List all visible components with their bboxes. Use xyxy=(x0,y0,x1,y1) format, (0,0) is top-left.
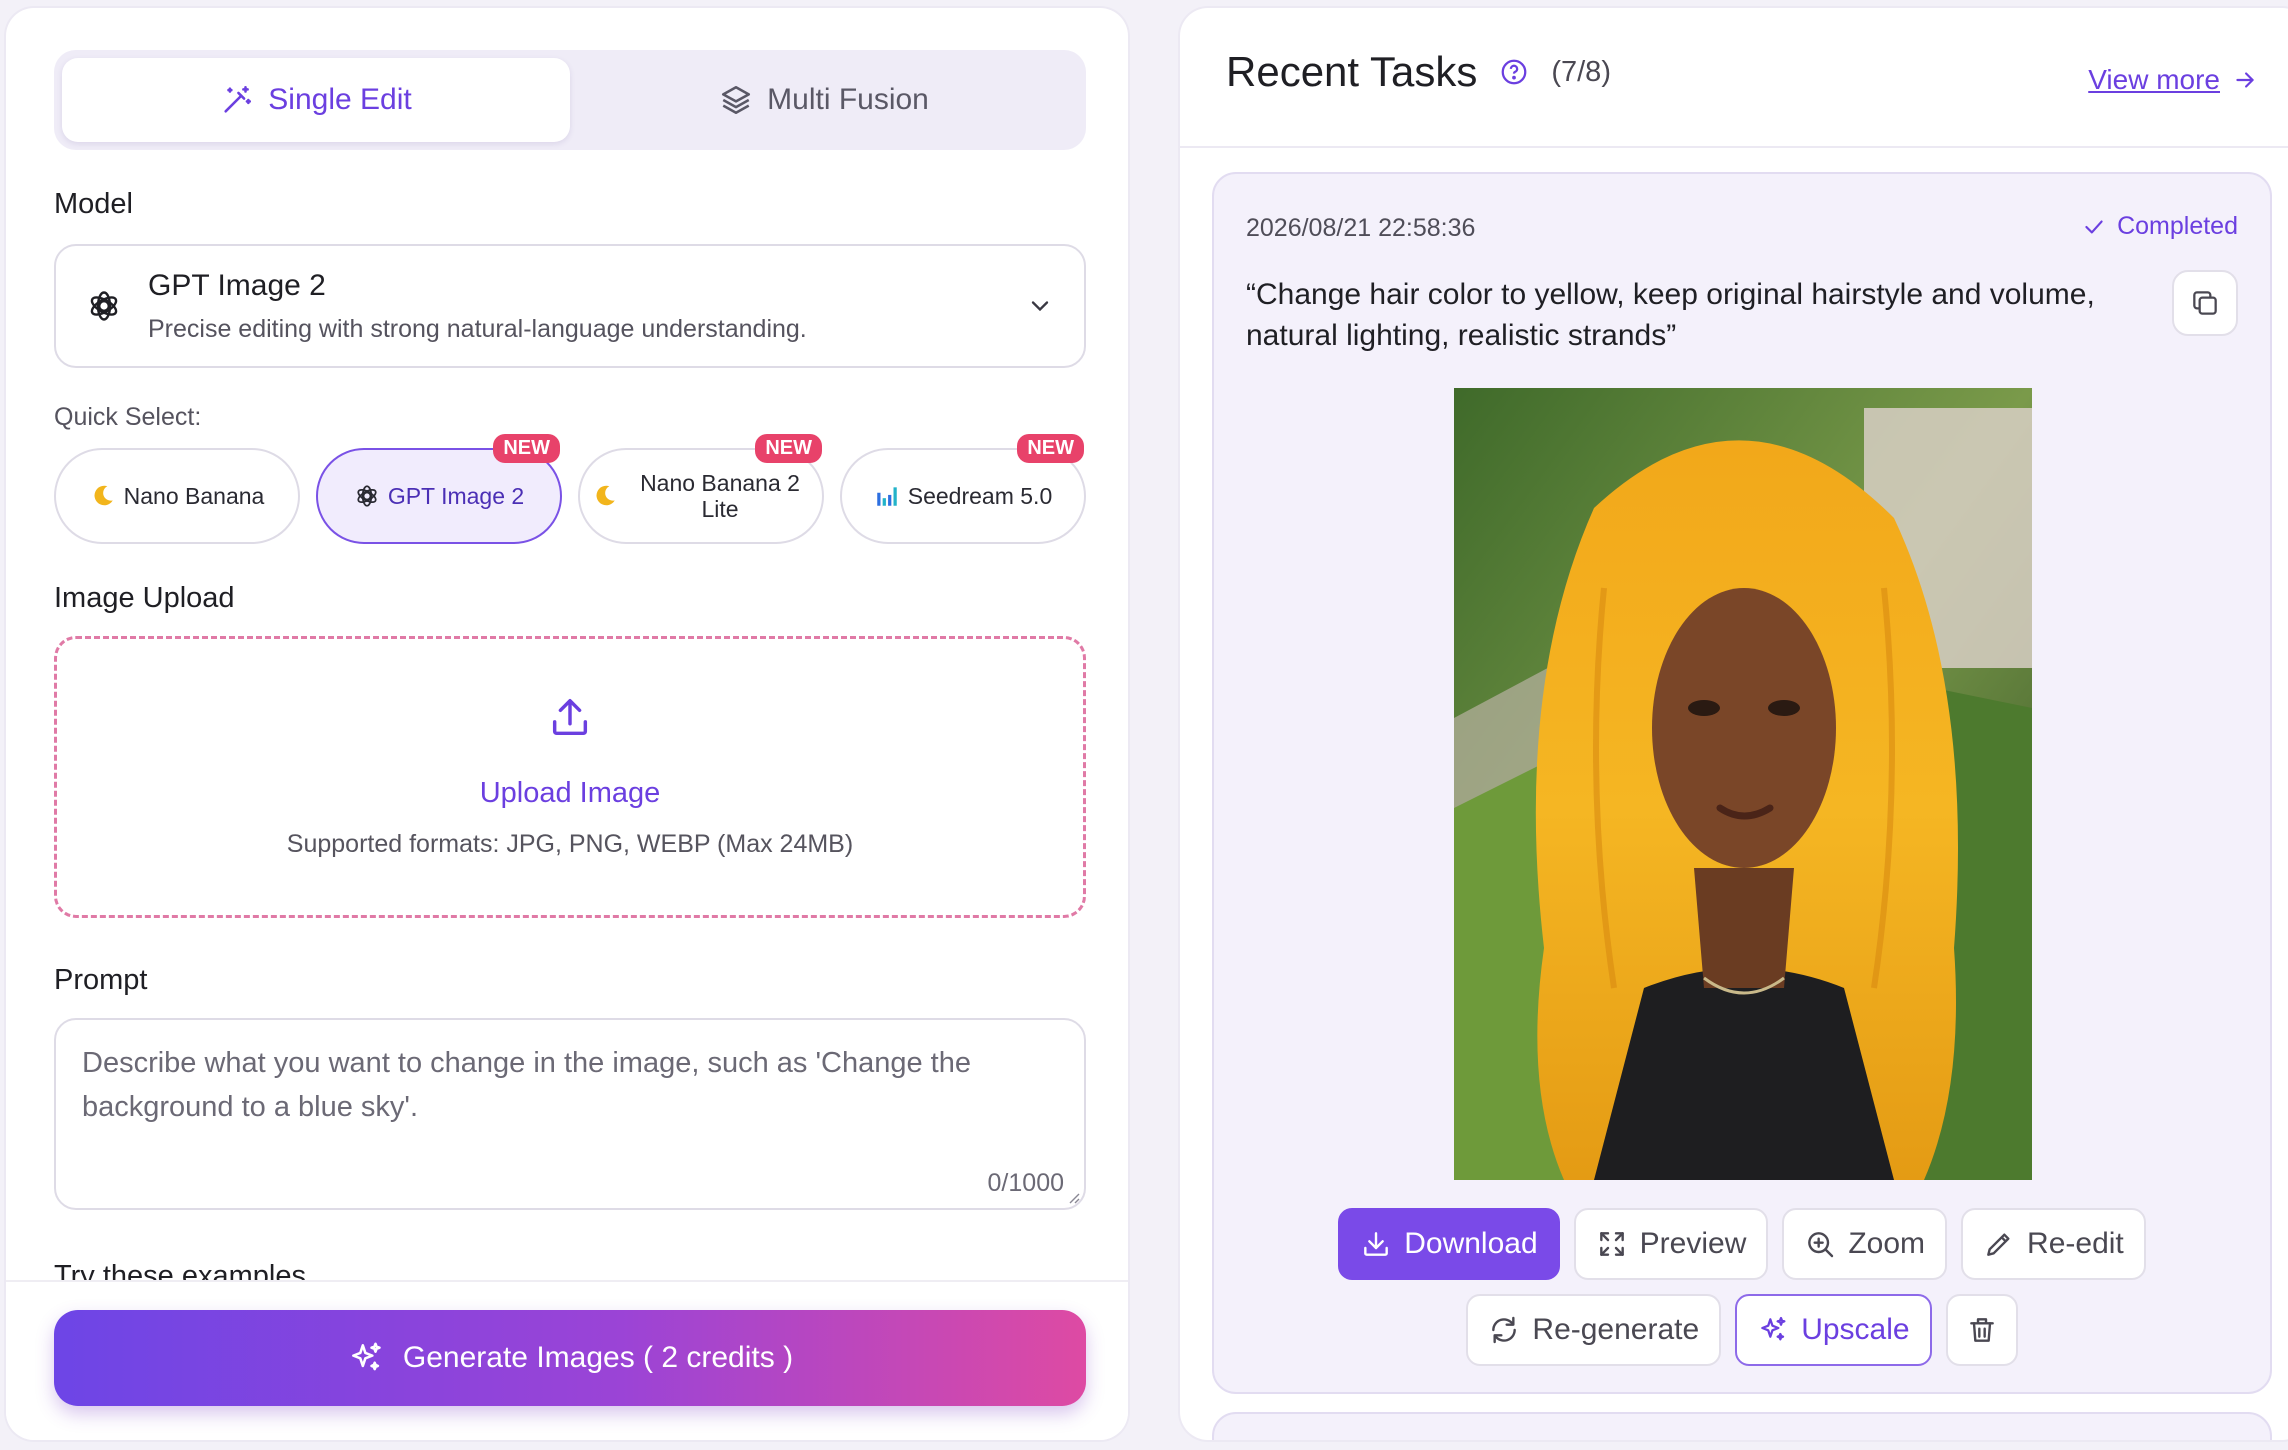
re-generate-label: Re-generate xyxy=(1532,1313,1700,1346)
expand-icon xyxy=(1599,1232,1624,1256)
check-icon xyxy=(2085,220,2103,233)
prompt-label: Prompt xyxy=(54,964,148,996)
preview-label: Preview xyxy=(1639,1227,1747,1260)
upload-icon xyxy=(552,699,588,736)
generate-button-label: Generate Images ( 2 credits ) xyxy=(402,1341,794,1374)
trash-icon xyxy=(1969,1318,1994,1342)
magic-wand-icon xyxy=(224,85,252,113)
recent-tasks-header: Recent Tasks (7/8) xyxy=(1226,48,1611,96)
quick-nano-banana-label: Nano Banana xyxy=(123,482,265,509)
task-card-next xyxy=(1212,1412,2272,1440)
generate-button[interactable]: Generate Images ( 2 credits ) xyxy=(54,1310,1086,1406)
help-icon[interactable] xyxy=(1499,57,1529,87)
recent-tasks-count: (7/8) xyxy=(1551,55,1611,88)
quick-nano-banana-2-lite-label: Nano Banana 2 Lite xyxy=(640,470,800,523)
moon-icon xyxy=(596,485,615,506)
re-edit-button[interactable]: Re-edit xyxy=(1961,1208,2146,1280)
prompt-char-counter: 0/1000 xyxy=(987,1168,1064,1197)
refresh-icon xyxy=(1492,1316,1517,1344)
result-image-photo xyxy=(1454,388,2032,1180)
preview-button[interactable]: Preview xyxy=(1573,1208,1769,1280)
task-status-label: Completed xyxy=(2117,212,2238,240)
arrow-right-icon xyxy=(2236,72,2254,88)
re-edit-label: Re-edit xyxy=(2027,1227,2124,1260)
sparkles-icon xyxy=(351,1342,381,1371)
recent-tasks-panel: Recent Tasks (7/8) View more 2026/08/21 … xyxy=(1180,8,2288,1440)
moon-icon xyxy=(94,485,113,506)
quick-nano-banana-2-lite-line1: Nano Banana 2 xyxy=(640,469,800,496)
task-prompt: “Change hair color to yellow, keep origi… xyxy=(1246,278,2095,353)
task-status: Completed xyxy=(2081,212,2238,241)
quick-nano-banana[interactable]: Nano Banana xyxy=(54,448,300,544)
quick-gpt-image-2[interactable]: NEW GPT Image 2 xyxy=(316,434,562,544)
model-description: Precise editing with strong natural-lang… xyxy=(148,314,807,343)
openai-icon xyxy=(357,485,377,507)
view-more-label: View more xyxy=(2088,64,2220,95)
delete-button[interactable] xyxy=(1945,1294,2018,1366)
model-name: GPT Image 2 xyxy=(148,268,326,302)
openai-icon xyxy=(90,291,118,321)
zoom-button[interactable]: Zoom xyxy=(1782,1208,1948,1280)
model-label: Model xyxy=(54,188,133,220)
tab-single-edit-label: Single Edit xyxy=(268,83,412,116)
download-button[interactable]: Download xyxy=(1338,1208,1560,1280)
chevron-down-icon xyxy=(1031,301,1049,312)
upscale-label: Upscale xyxy=(1801,1313,1910,1346)
quick-seedream-label: Seedream 5.0 xyxy=(907,482,1053,509)
quick-nano-banana-2-lite[interactable]: NEW Nano Banana 2 Lite xyxy=(578,434,824,544)
quick-gpt-image-2-label: GPT Image 2 xyxy=(387,482,525,509)
image-upload-label: Image Upload xyxy=(54,582,235,614)
task-card: 2026/08/21 22:58:36 Completed “Change ha… xyxy=(1212,172,2272,1394)
task-actions-row-1: Download Preview Zoom Re-edit xyxy=(1214,1208,2270,1280)
tab-multi-fusion-label: Multi Fusion xyxy=(767,83,929,116)
editor-panel: Single Edit Multi Fusion Model GPT Image… xyxy=(6,8,1128,1440)
download-label: Download xyxy=(1404,1227,1538,1260)
upload-dropzone[interactable]: Upload Image Supported formats: JPG, PNG… xyxy=(54,636,1086,918)
prompt-placeholder: Describe what you want to change in the … xyxy=(82,1047,971,1123)
re-generate-button[interactable]: Re-generate xyxy=(1466,1294,1722,1366)
recent-tasks-title: Recent Tasks xyxy=(1226,48,1478,95)
tab-single-edit[interactable]: Single Edit xyxy=(62,58,570,142)
layers-icon xyxy=(722,85,751,115)
zoom-label: Zoom xyxy=(1848,1227,1926,1260)
sparkles-icon xyxy=(1761,1316,1786,1341)
download-icon xyxy=(1364,1232,1389,1256)
upload-image-link[interactable]: Upload Image xyxy=(480,777,661,810)
quick-nano-banana-2-lite-line2: Lite xyxy=(701,496,739,522)
task-timestamp: 2026/08/21 22:58:36 xyxy=(1246,214,1476,242)
header-divider xyxy=(1180,146,2288,148)
new-badge: NEW xyxy=(493,434,560,463)
view-more-link[interactable]: View more xyxy=(2088,64,2258,96)
new-badge: NEW xyxy=(755,434,822,463)
upload-formats: Supported formats: JPG, PNG, WEBP (Max 2… xyxy=(286,830,854,858)
new-badge: NEW xyxy=(1017,434,1084,463)
quick-select: Nano Banana NEW GPT Image 2 NEW Nano Ban… xyxy=(54,434,1086,544)
copy-prompt-button[interactable] xyxy=(2172,270,2238,336)
pencil-icon xyxy=(1987,1233,2010,1256)
tab-multi-fusion[interactable]: Multi Fusion xyxy=(570,58,1078,142)
resize-grip-icon[interactable] xyxy=(1066,1190,1080,1204)
task-actions-row-2: Re-generate Upscale xyxy=(1214,1294,2270,1366)
mode-tabs: Single Edit Multi Fusion xyxy=(54,50,1086,150)
zoom-in-icon xyxy=(1808,1232,1834,1258)
copy-icon xyxy=(2193,291,2217,315)
upscale-button[interactable]: Upscale xyxy=(1735,1294,1932,1366)
bar-chart-icon xyxy=(877,487,897,506)
result-image[interactable] xyxy=(1454,388,2032,1180)
model-select[interactable]: GPT Image 2 Precise editing with strong … xyxy=(54,244,1086,368)
quick-select-label: Quick Select: xyxy=(54,403,202,431)
quick-seedream-5[interactable]: NEW Seedream 5.0 xyxy=(840,434,1086,544)
prompt-textarea[interactable]: Describe what you want to change in the … xyxy=(54,1018,1086,1210)
